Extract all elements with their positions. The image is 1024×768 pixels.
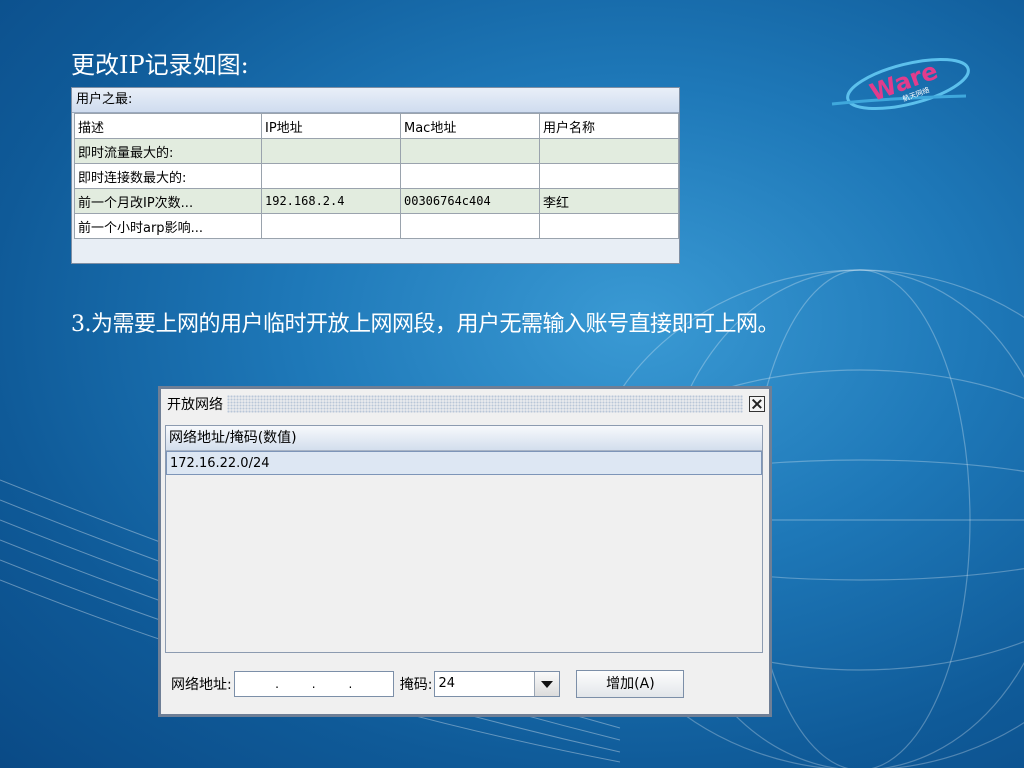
add-button[interactable]: 增加(A): [576, 670, 685, 698]
mask-select[interactable]: 24: [434, 671, 561, 697]
cell-ip: [261, 213, 401, 239]
ip-dot: .: [275, 677, 279, 691]
mask-value: 24: [438, 676, 455, 691]
cell-ip: [261, 163, 401, 189]
user-stats-table: 描述 IP地址 Mac地址 用户名称 即时流量最大的: 即时连接数最大的: 前一…: [74, 113, 679, 239]
cell-description: 前一个月改IP次数...: [74, 188, 262, 214]
cell-mac: [400, 163, 540, 189]
add-network-form: 网络地址: . . . 掩码: 24 增加(A): [171, 669, 761, 699]
table-header-row: 描述 IP地址 Mac地址 用户名称: [74, 113, 679, 139]
network-address-label: 网络地址:: [171, 677, 232, 693]
cell-username: [539, 213, 679, 239]
mask-label: 掩码:: [399, 677, 433, 693]
cell-username: [539, 138, 679, 164]
cell-username: [539, 163, 679, 189]
heading-open-network: 3.为需要上网的用户临时开放上网网段，用户无需输入账号直接即可上网。: [71, 312, 780, 337]
titlebar-grip: [227, 395, 743, 413]
network-address-input[interactable]: . . .: [233, 671, 394, 697]
cell-username: 李红: [539, 188, 679, 214]
user-stats-title: 用户之最:: [72, 88, 679, 113]
table-row[interactable]: 即时连接数最大的:: [74, 163, 679, 189]
cell-mac: 00306764c404: [400, 188, 540, 214]
network-list: 网络地址/掩码(数值) 172.16.22.0/24: [165, 425, 763, 653]
network-list-header[interactable]: 网络地址/掩码(数值): [166, 426, 762, 451]
column-header-mac[interactable]: Mac地址: [400, 113, 540, 139]
table-row[interactable]: 前一个小时arp影响...: [74, 213, 679, 239]
table-row[interactable]: 前一个月改IP次数... 192.168.2.4 00306764c404 李红: [74, 188, 679, 214]
cell-mac: [400, 138, 540, 164]
ip-dot: .: [311, 677, 316, 691]
column-header-username[interactable]: 用户名称: [539, 113, 679, 139]
cell-description: 即时连接数最大的:: [74, 163, 262, 189]
ip-dot: .: [348, 677, 353, 691]
cell-ip: [261, 138, 401, 164]
dialog-titlebar[interactable]: 开放网络: [163, 393, 767, 415]
cell-description: 即时流量最大的:: [74, 138, 262, 164]
cell-mac: [400, 213, 540, 239]
close-icon[interactable]: [749, 396, 765, 412]
user-stats-panel: 用户之最: 描述 IP地址 Mac地址 用户名称 即时流量最大的: 即时连接数最…: [71, 87, 680, 264]
column-header-ip[interactable]: IP地址: [261, 113, 401, 139]
open-network-dialog: 开放网络 网络地址/掩码(数值) 172.16.22.0/24 网络地址: . …: [158, 386, 772, 717]
column-header-description[interactable]: 描述: [74, 113, 262, 139]
heading-change-ip: 更改IP记录如图:: [71, 51, 249, 79]
cell-ip: 192.168.2.4: [261, 188, 401, 214]
dialog-title: 开放网络: [163, 394, 227, 414]
chevron-down-icon[interactable]: [534, 672, 560, 696]
list-item[interactable]: 172.16.22.0/24: [166, 451, 762, 475]
ware-logo: Ware 航天网络: [831, 57, 970, 111]
cell-description: 前一个小时arp影响...: [74, 213, 262, 239]
table-row[interactable]: 即时流量最大的:: [74, 138, 679, 164]
